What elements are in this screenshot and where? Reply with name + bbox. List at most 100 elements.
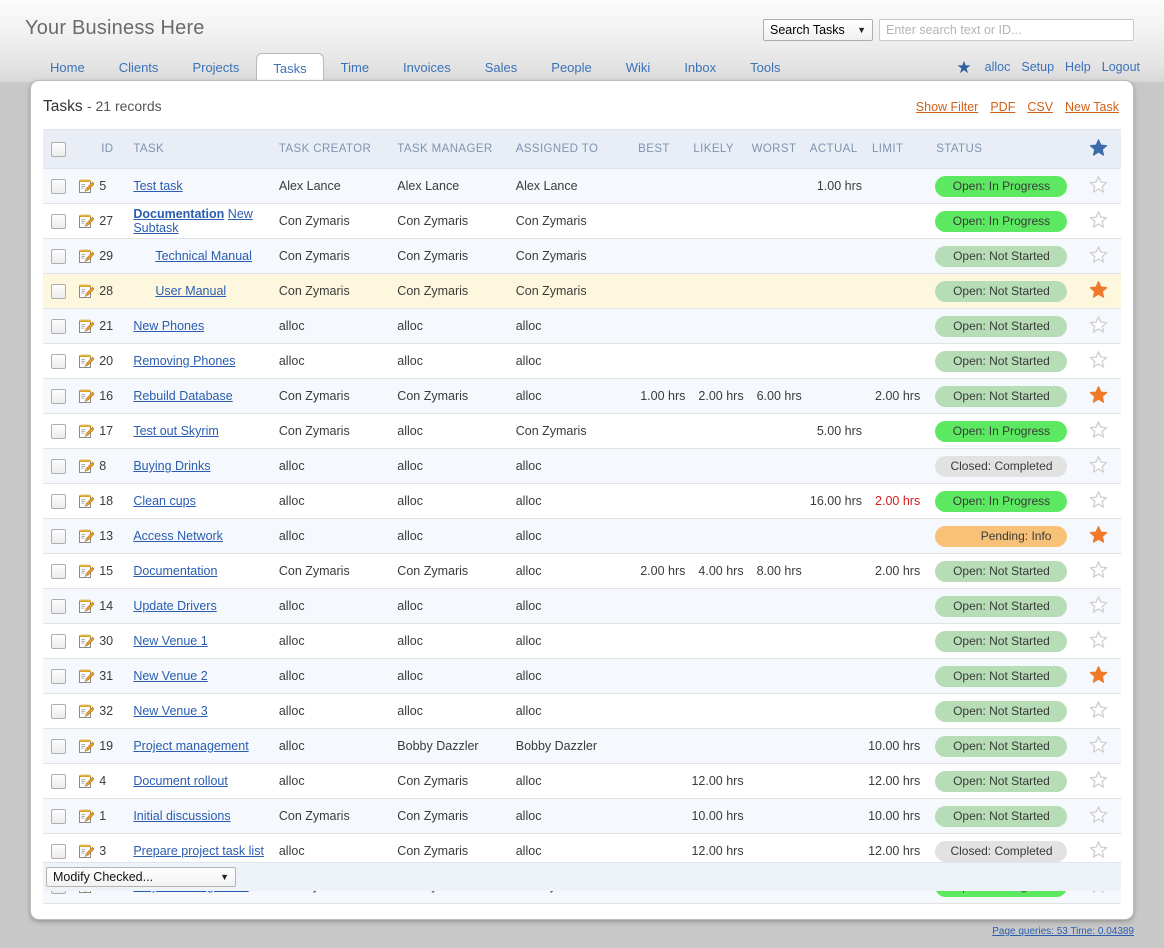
action-show-filter[interactable]: Show Filter bbox=[916, 100, 979, 114]
status-badge[interactable]: Open: Not Started bbox=[935, 561, 1067, 582]
row-select-checkbox[interactable] bbox=[51, 599, 66, 614]
task-link[interactable]: User Manual bbox=[155, 284, 226, 298]
notepad-edit-icon[interactable] bbox=[78, 423, 94, 437]
row-select-checkbox[interactable] bbox=[51, 809, 66, 824]
nav-tab-tasks[interactable]: Tasks bbox=[256, 53, 323, 83]
table-row[interactable]: 16Rebuild DatabaseCon ZymarisCon Zymaris… bbox=[43, 379, 1121, 414]
nav-tab-projects[interactable]: Projects bbox=[175, 54, 256, 82]
table-row[interactable]: 1Initial discussionsCon ZymarisCon Zymar… bbox=[43, 799, 1121, 834]
star-outline-icon[interactable] bbox=[1089, 840, 1108, 859]
task-link[interactable]: Prepare project task list bbox=[133, 844, 264, 858]
row-select-checkbox[interactable] bbox=[51, 494, 66, 509]
status-badge[interactable]: Pending: Info bbox=[935, 526, 1067, 547]
star-filled-icon[interactable] bbox=[1089, 280, 1108, 299]
notepad-edit-icon[interactable] bbox=[78, 773, 94, 787]
notepad-edit-icon[interactable] bbox=[78, 353, 94, 367]
task-link[interactable]: Update Drivers bbox=[133, 599, 216, 613]
task-link[interactable]: New Venue 3 bbox=[133, 704, 207, 718]
status-badge[interactable]: Open: Not Started bbox=[935, 631, 1067, 652]
notepad-edit-icon[interactable] bbox=[78, 248, 94, 262]
table-row[interactable]: 15DocumentationCon ZymarisCon Zymarisall… bbox=[43, 554, 1121, 589]
select-all-checkbox[interactable] bbox=[51, 142, 66, 157]
column-header-task[interactable]: TASK bbox=[133, 130, 279, 169]
star-outline-icon[interactable] bbox=[1089, 315, 1108, 334]
row-select-checkbox[interactable] bbox=[51, 284, 66, 299]
star-filled-icon[interactable] bbox=[1089, 385, 1108, 404]
status-badge[interactable]: Open: Not Started bbox=[935, 386, 1067, 407]
task-link[interactable]: Documentation bbox=[133, 564, 217, 578]
row-select-checkbox[interactable] bbox=[51, 844, 66, 859]
task-link[interactable]: Removing Phones bbox=[133, 354, 235, 368]
nav-tab-tools[interactable]: Tools bbox=[733, 54, 797, 82]
notepad-edit-icon[interactable] bbox=[78, 388, 94, 402]
notepad-edit-icon[interactable] bbox=[78, 528, 94, 542]
task-link[interactable]: Documentation bbox=[133, 207, 224, 221]
column-header-likely[interactable]: LIKELY bbox=[689, 130, 747, 169]
user-link-alloc[interactable]: alloc bbox=[985, 60, 1011, 74]
notepad-edit-icon[interactable] bbox=[78, 703, 94, 717]
task-link[interactable]: Project management bbox=[133, 739, 248, 753]
table-row[interactable]: 29Technical ManualCon ZymarisCon Zymaris… bbox=[43, 239, 1121, 274]
star-outline-icon[interactable] bbox=[1089, 700, 1108, 719]
notepad-edit-icon[interactable] bbox=[78, 633, 94, 647]
nav-tab-wiki[interactable]: Wiki bbox=[609, 54, 668, 82]
row-select-checkbox[interactable] bbox=[51, 529, 66, 544]
page-stats-link[interactable]: Page queries: 53 Time: 0.04389 bbox=[992, 926, 1134, 937]
star-outline-icon[interactable] bbox=[1089, 770, 1108, 789]
notepad-edit-icon[interactable] bbox=[78, 668, 94, 682]
status-badge[interactable]: Open: Not Started bbox=[935, 351, 1067, 372]
action-pdf[interactable]: PDF bbox=[990, 100, 1015, 114]
task-link[interactable]: Document rollout bbox=[133, 774, 228, 788]
row-select-checkbox[interactable] bbox=[51, 704, 66, 719]
nav-tab-invoices[interactable]: Invoices bbox=[386, 54, 468, 82]
row-select-checkbox[interactable] bbox=[51, 634, 66, 649]
star-outline-icon[interactable] bbox=[1089, 350, 1108, 369]
status-badge[interactable]: Open: In Progress bbox=[935, 211, 1067, 232]
table-row[interactable]: 30New Venue 1allocallocallocOpen: Not St… bbox=[43, 624, 1121, 659]
status-badge[interactable]: Open: Not Started bbox=[935, 596, 1067, 617]
notepad-edit-icon[interactable] bbox=[78, 178, 94, 192]
star-outline-icon[interactable] bbox=[1089, 210, 1108, 229]
status-badge[interactable]: Open: Not Started bbox=[935, 281, 1067, 302]
notepad-edit-icon[interactable] bbox=[78, 808, 94, 822]
nav-tab-people[interactable]: People bbox=[534, 54, 608, 82]
star-outline-icon[interactable] bbox=[1089, 805, 1108, 824]
row-select-checkbox[interactable] bbox=[51, 354, 66, 369]
star-outline-icon[interactable] bbox=[1089, 735, 1108, 754]
task-link[interactable]: Test task bbox=[133, 179, 182, 193]
user-link-logout[interactable]: Logout bbox=[1102, 60, 1140, 74]
star-outline-icon[interactable] bbox=[1089, 560, 1108, 579]
table-row[interactable]: 13Access NetworkallocallocallocPending: … bbox=[43, 519, 1121, 554]
task-link[interactable]: Test out Skyrim bbox=[133, 424, 218, 438]
row-select-checkbox[interactable] bbox=[51, 739, 66, 754]
table-row[interactable]: 20Removing PhonesallocallocallocOpen: No… bbox=[43, 344, 1121, 379]
status-badge[interactable]: Closed: Completed bbox=[935, 456, 1067, 477]
status-badge[interactable]: Open: Not Started bbox=[935, 316, 1067, 337]
column-header-assigned[interactable]: ASSIGNED TO bbox=[516, 130, 634, 169]
row-select-checkbox[interactable] bbox=[51, 389, 66, 404]
notepad-edit-icon[interactable] bbox=[78, 843, 94, 857]
table-row[interactable]: 28User ManualCon ZymarisCon ZymarisCon Z… bbox=[43, 274, 1121, 309]
nav-tab-time[interactable]: Time bbox=[324, 54, 386, 82]
column-header-best[interactable]: BEST bbox=[634, 130, 689, 169]
star-icon[interactable]: ★ bbox=[956, 58, 971, 78]
table-row[interactable]: 5Test taskAlex LanceAlex LanceAlex Lance… bbox=[43, 169, 1121, 204]
status-badge[interactable]: Open: Not Started bbox=[935, 736, 1067, 757]
row-select-checkbox[interactable] bbox=[51, 564, 66, 579]
task-link[interactable]: Technical Manual bbox=[155, 249, 252, 263]
column-header-creator[interactable]: TASK CREATOR bbox=[279, 130, 397, 169]
table-row[interactable]: 32New Venue 3allocallocallocOpen: Not St… bbox=[43, 694, 1121, 729]
task-link[interactable]: New Venue 2 bbox=[133, 669, 207, 683]
task-link[interactable]: Buying Drinks bbox=[133, 459, 210, 473]
row-select-checkbox[interactable] bbox=[51, 179, 66, 194]
status-badge[interactable]: Open: In Progress bbox=[935, 176, 1067, 197]
table-row[interactable]: 17Test out SkyrimCon ZymarisallocCon Zym… bbox=[43, 414, 1121, 449]
notepad-edit-icon[interactable] bbox=[78, 738, 94, 752]
action-csv[interactable]: CSV bbox=[1027, 100, 1053, 114]
column-header-actual[interactable]: ACTUAL bbox=[806, 130, 868, 169]
task-link[interactable]: New Venue 1 bbox=[133, 634, 207, 648]
status-badge[interactable]: Open: In Progress bbox=[935, 491, 1067, 512]
task-link[interactable]: Initial discussions bbox=[133, 809, 230, 823]
nav-tab-home[interactable]: Home bbox=[33, 54, 102, 82]
task-link[interactable]: New Phones bbox=[133, 319, 204, 333]
